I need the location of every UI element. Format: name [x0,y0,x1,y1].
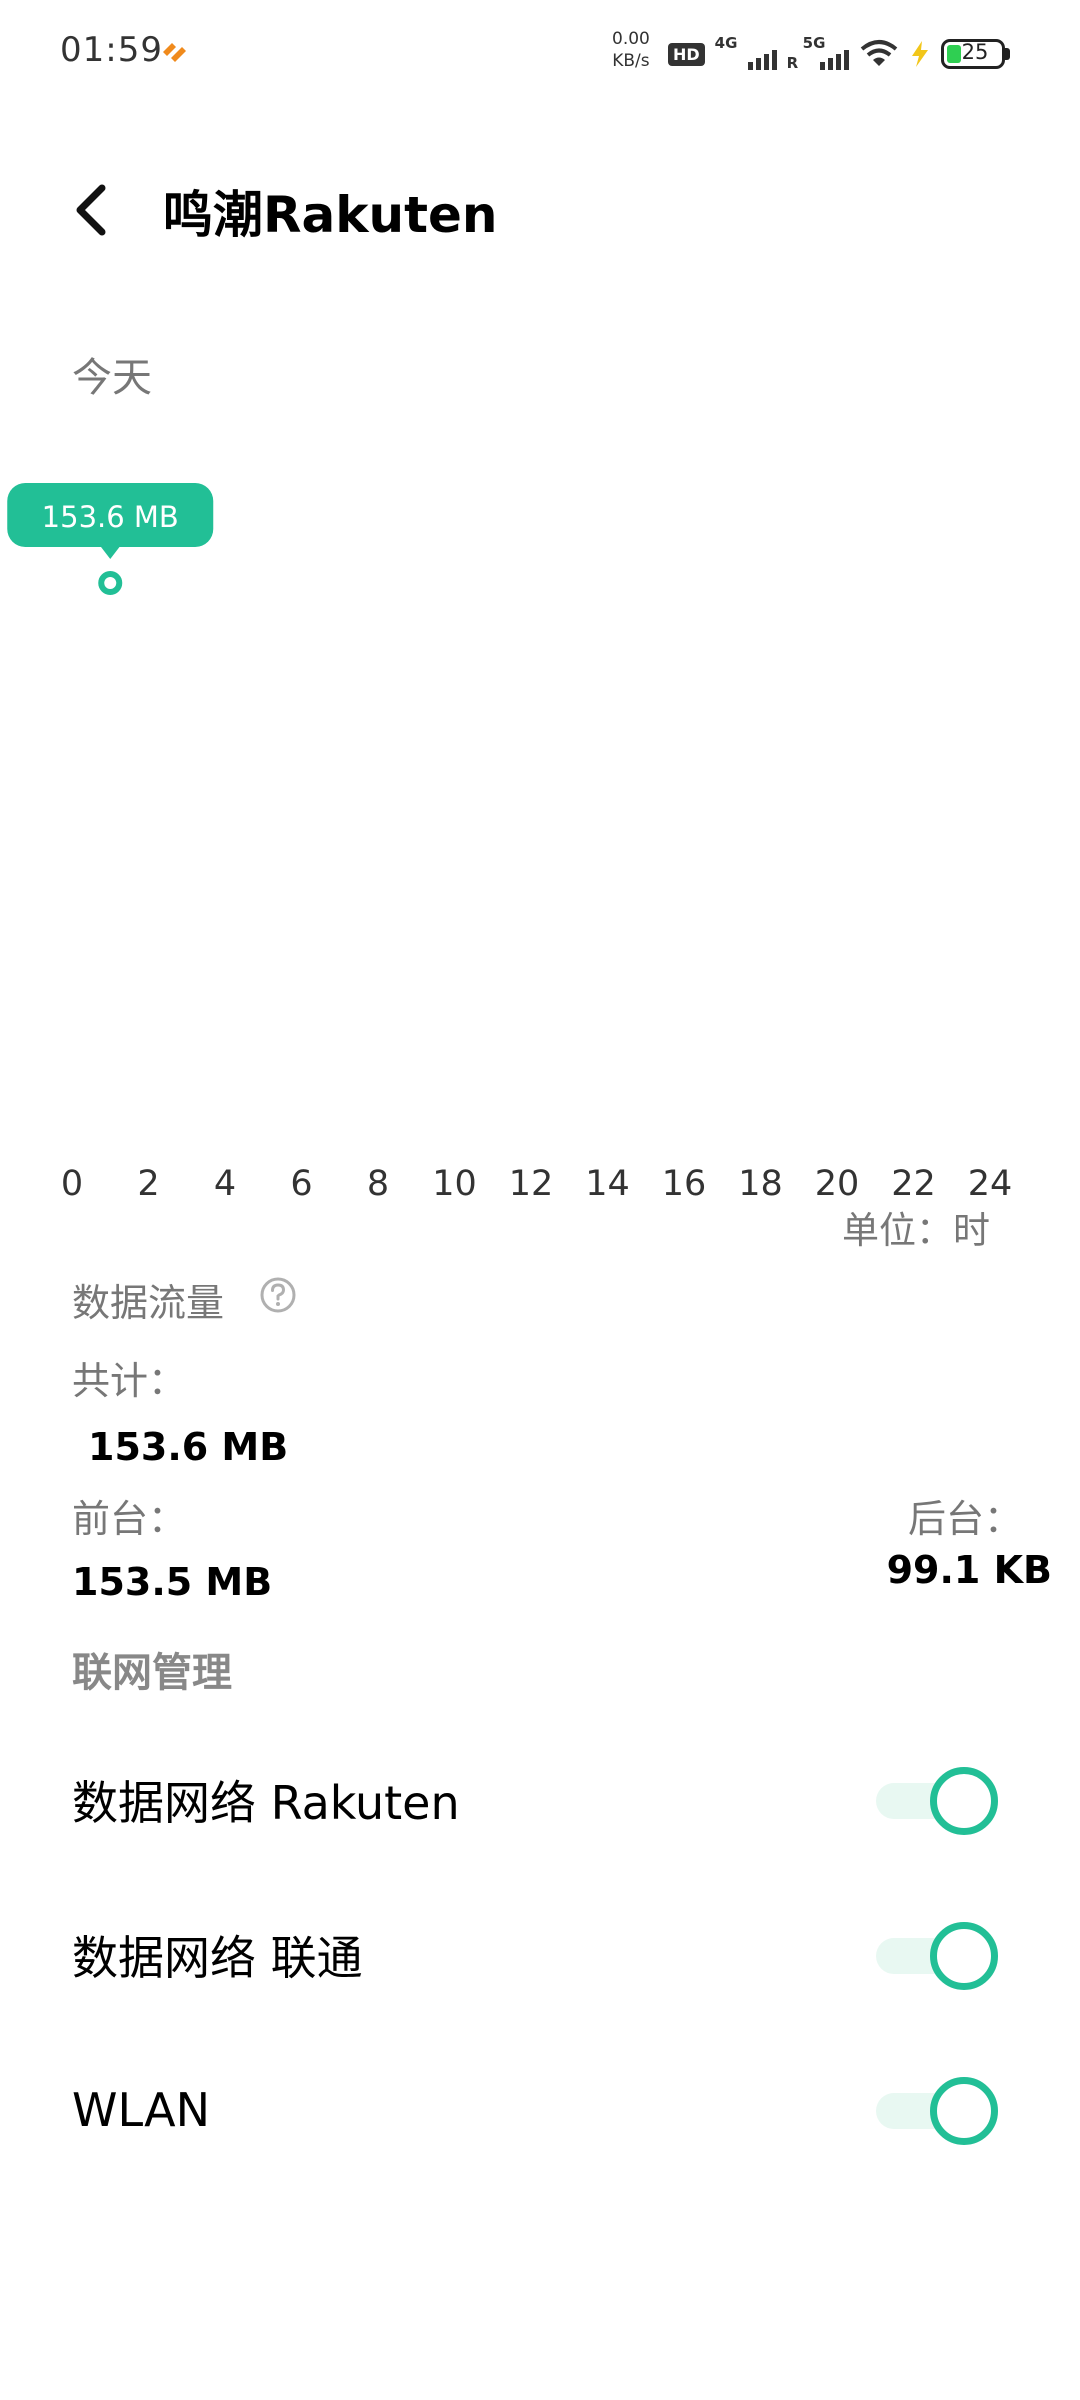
tooltip-value-label: 153.6 MB [42,500,179,534]
x-tick-label: 0 [61,1164,83,1204]
foreground-value: 153.5 MB [72,1560,273,1604]
network-row-rakuten: 数据网络 Rakuten [0,1725,1080,1875]
brand-status-icon [163,43,186,62]
background-label: 后台： [907,1497,1022,1541]
period-label: 今天 [72,355,152,401]
total-label: 共计： [72,1359,187,1403]
network-speed-value: 0.00 [612,29,650,49]
charging-icon [911,41,928,67]
x-tick-label: 6 [290,1164,312,1204]
network-row-label: 数据网络 Rakuten [72,1776,460,1830]
hd-voice-icon: HD [668,42,705,66]
network-management-title: 联网管理 [72,1650,232,1696]
total-value: 153.6 MB [88,1425,289,1469]
page-title: 鸣潮Rakuten [163,186,498,244]
chevron-left-icon[interactable] [66,180,116,240]
x-tick-label: 10 [432,1164,477,1204]
network-speed: 0.00 KB/s [612,28,650,72]
x-tick-label: 22 [891,1164,936,1204]
network-row-label: WLAN [72,2083,211,2137]
foreground-label: 前台： [72,1497,187,1541]
sim1-network-type: 4G [714,34,738,52]
status-time: 01:59 [60,30,163,70]
wlan-toggle[interactable] [876,2077,998,2145]
question-circle-icon[interactable] [258,1275,298,1315]
background-value: 99.1 KB [886,1548,1052,1592]
x-tick-label: 16 [662,1164,707,1204]
x-tick-label: 20 [815,1164,860,1204]
network-row-label: 数据网络 联通 [72,1931,363,1985]
value-tooltip: 153.6 MB [7,483,214,559]
x-tick-label: 24 [968,1164,1013,1204]
status-icons: HD 4G R 5G 25 [668,34,1010,74]
battery-fill [946,45,961,63]
network-speed-unit: KB/s [612,51,650,71]
x-tick-label: 4 [214,1164,236,1204]
x-tick-label: 8 [367,1164,389,1204]
x-tick-label: 12 [509,1164,554,1204]
network-row-wlan: WLAN [0,2035,1080,2185]
usage-chart: 0 2 4 6 8 10 12 14 16 18 20 22 24153.6 MB [7,483,1013,1204]
data-point[interactable] [98,571,123,595]
network-row-unicom: 数据网络 联通 [0,1880,1080,2030]
data-usage-title: 数据流量 [72,1281,225,1325]
x-tick-label: 18 [738,1164,783,1204]
battery-level: 25 [961,40,989,64]
x-tick-label: 2 [137,1164,159,1204]
x-tick-label: 14 [585,1164,630,1204]
sim1-signal-icon: 4G [714,34,777,72]
mobile-data-rakuten-toggle[interactable] [876,1767,998,1835]
sim2-signal-icon: R 5G [786,34,849,72]
chart-unit-label: 单位：时 [842,1209,990,1252]
wifi-icon [860,40,897,66]
sim1-roaming-indicator: R [786,54,799,72]
mobile-data-unicom-toggle[interactable] [876,1922,998,1990]
battery-icon: 25 [940,39,1010,69]
